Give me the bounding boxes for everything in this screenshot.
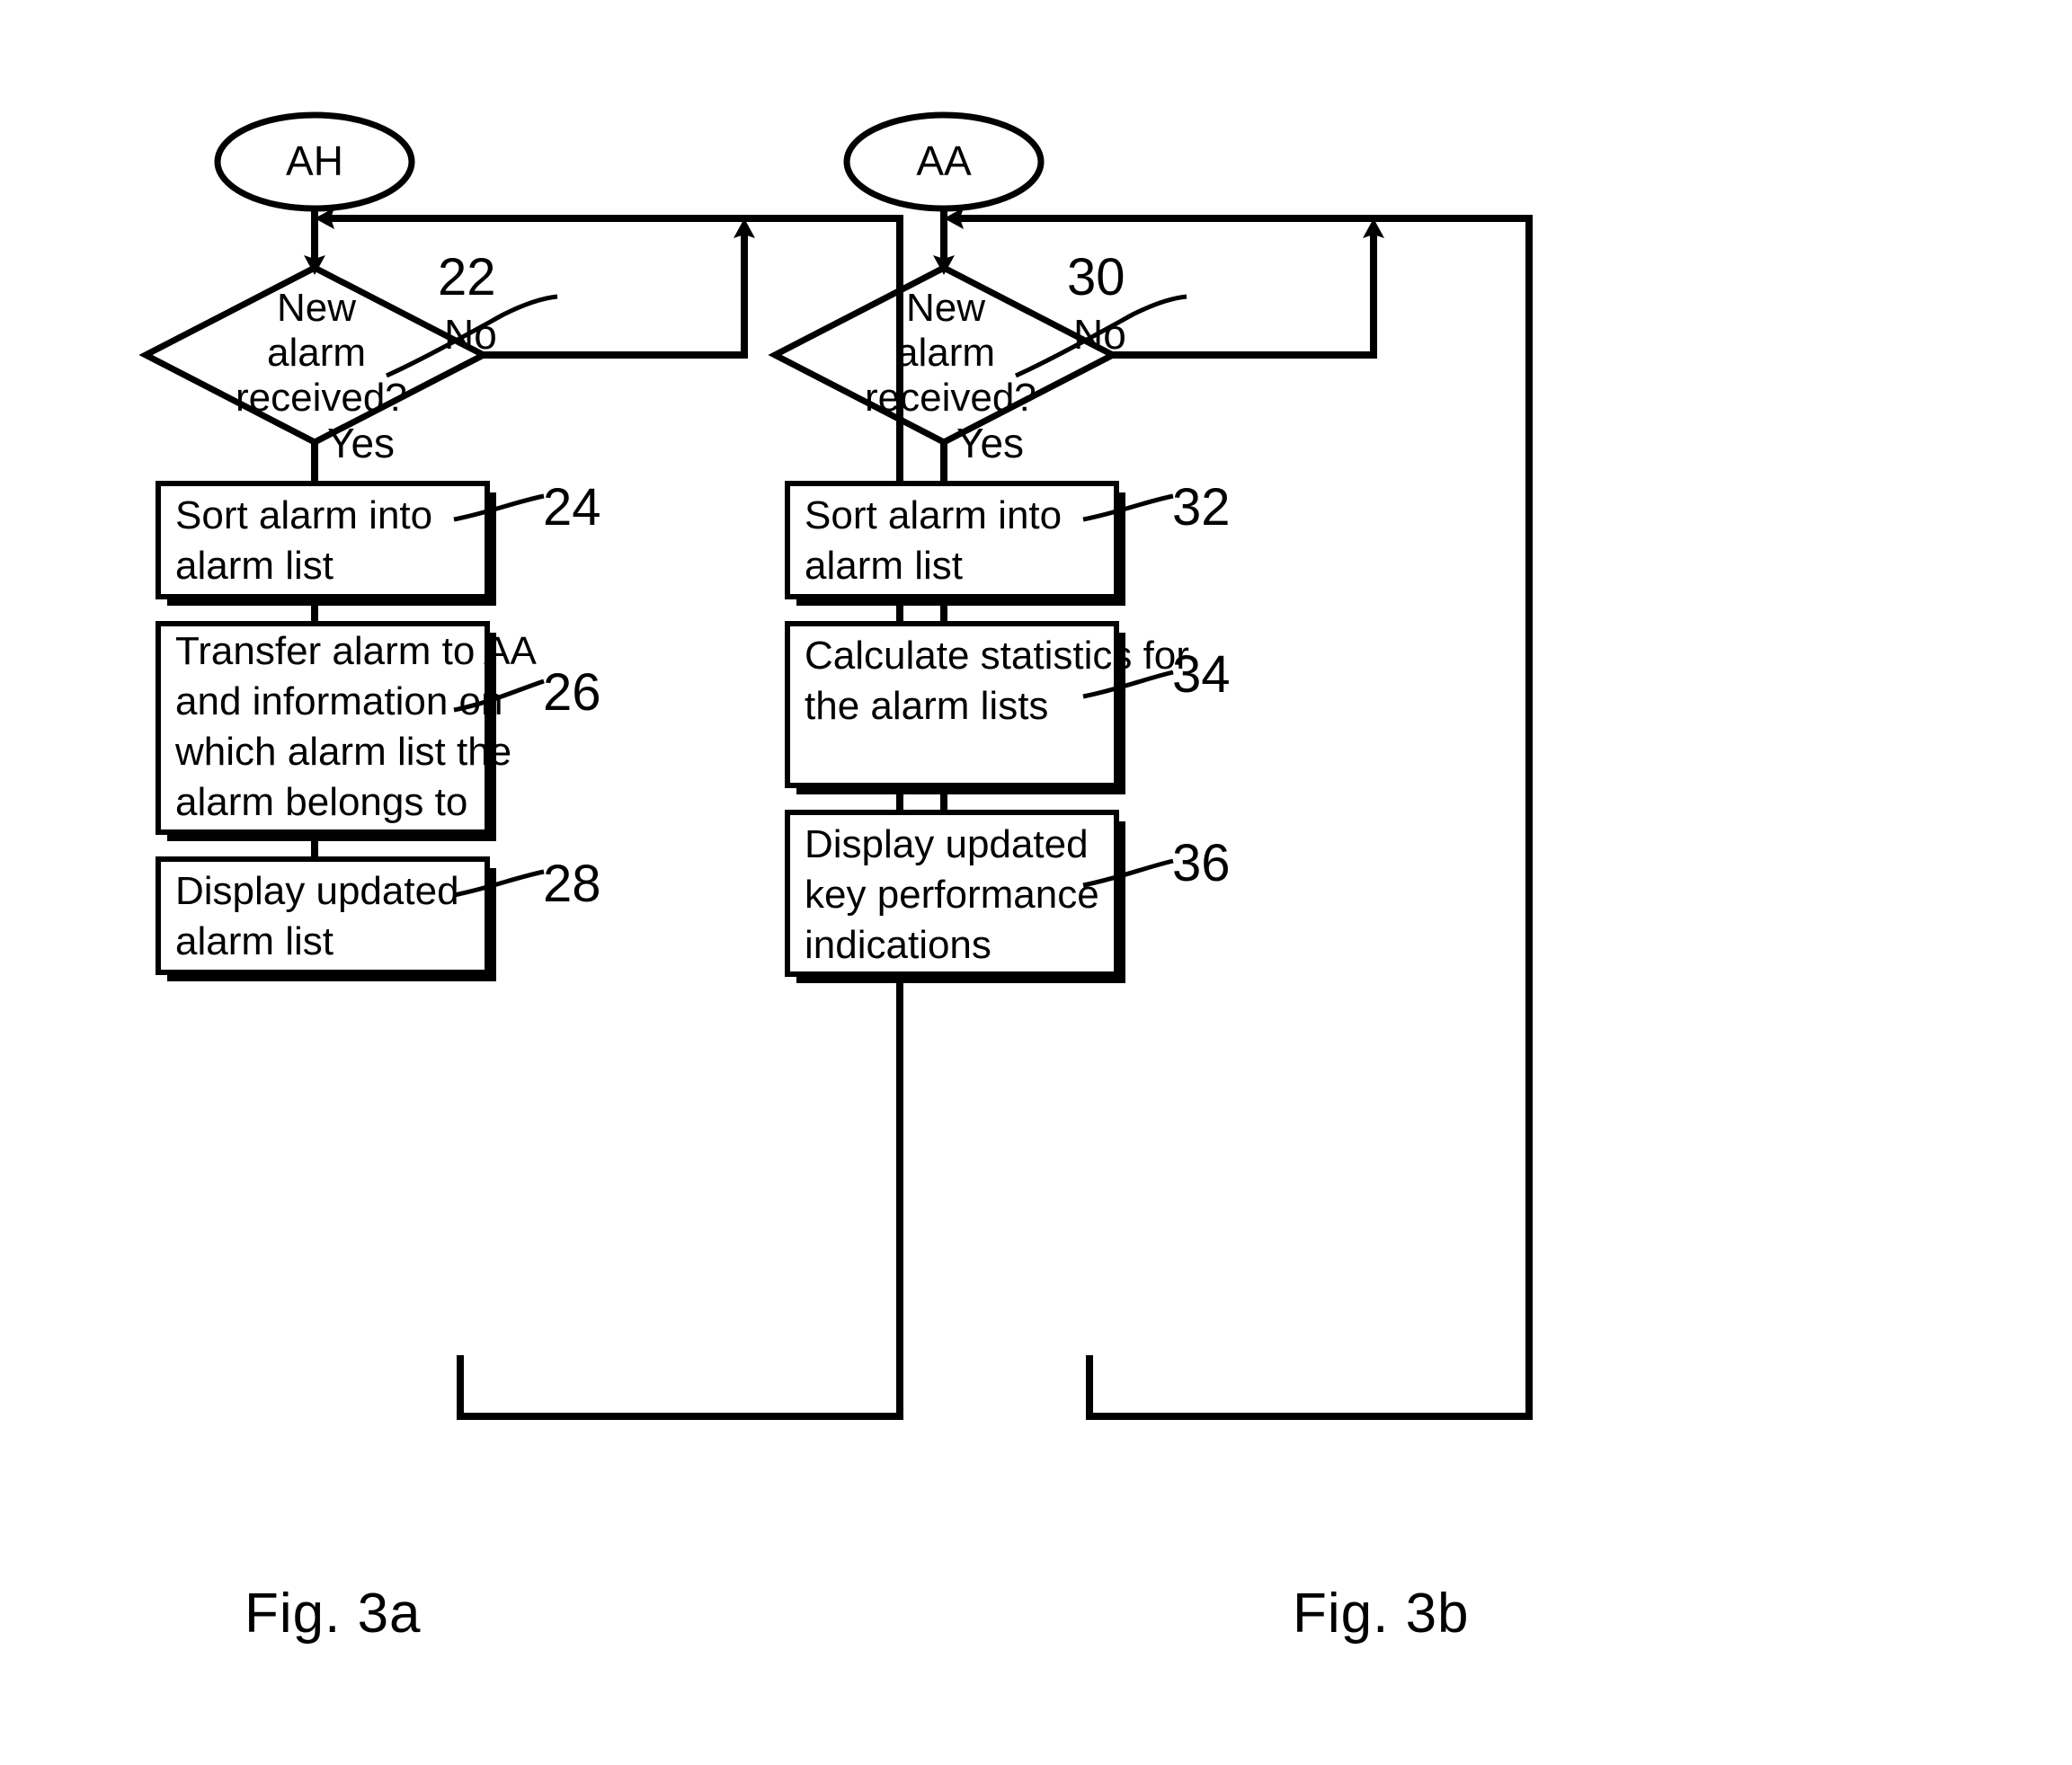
box-28-line-2: alarm list (175, 919, 334, 963)
branch-label-no-a: No (444, 311, 497, 358)
decision-b-line-3: received? (865, 376, 1036, 420)
box-34-line-2: the alarm lists (805, 684, 1049, 728)
decision-line-1: New (276, 286, 357, 330)
box-32-text: Sort alarm into alarm list (805, 491, 1101, 591)
box-34-line-1: Calculate statistics for (805, 634, 1189, 678)
branch-label-no-b: No (1073, 311, 1126, 358)
start-oval-label-aa: AA (916, 137, 972, 184)
box-26-text: Transfer alarm to AA and information on wh… (175, 626, 537, 828)
box-28-text: Display updated alarm list (175, 866, 472, 967)
start-oval-label-ah: AH (286, 137, 343, 184)
patent-figure-sheet: AH New alarm received? No Yes 22 Sort alar… (0, 0, 2072, 1765)
figure-caption-3b: Fig. 3b (1293, 1583, 1470, 1645)
box-36-line-2: key performance (805, 873, 1099, 917)
ref-number-30: 30 (1067, 248, 1125, 306)
branch-label-yes-a: Yes (327, 420, 396, 466)
box-28-line-1: Display updated (175, 869, 459, 913)
box-24-line-1: Sort alarm into (175, 493, 433, 537)
box-32-line-1: Sort alarm into (805, 493, 1063, 537)
ref-number-36: 36 (1172, 834, 1231, 892)
box-24-text: Sort alarm into alarm list (175, 491, 472, 591)
figure-caption-3a: Fig. 3a (245, 1583, 422, 1645)
box-26-line-3: which alarm list the (175, 730, 512, 774)
box-26-line-1: Transfer alarm to AA (175, 629, 537, 673)
box-34-text: Calculate statistics for the alarm lists (805, 631, 1189, 732)
ref-number-32: 32 (1172, 478, 1231, 537)
box-36-line-1: Display updated (805, 822, 1089, 866)
box-36-line-3: indications (805, 923, 992, 967)
ref-number-26: 26 (543, 663, 601, 722)
ref-number-24: 24 (543, 478, 601, 537)
branch-label-yes-b: Yes (956, 420, 1025, 466)
decision-b-line-1: New (905, 286, 986, 330)
decision-text-22: New alarm received? (236, 286, 407, 421)
ref-number-22: 22 (438, 248, 496, 306)
box-36-text: Display updated key performance indication… (805, 820, 1119, 971)
ref-number-34: 34 (1172, 645, 1231, 704)
decision-line-3: received? (236, 376, 407, 420)
box-26-line-4: alarm belongs to (175, 780, 468, 824)
box-32-line-2: alarm list (805, 544, 964, 588)
ref-number-28: 28 (543, 855, 601, 913)
box-24-line-2: alarm list (175, 544, 334, 588)
decision-line-2: alarm (266, 331, 367, 375)
decision-text-30: New alarm received? (865, 286, 1036, 421)
box-26-line-2: and information on (175, 679, 503, 723)
decision-b-line-2: alarm (895, 331, 996, 375)
